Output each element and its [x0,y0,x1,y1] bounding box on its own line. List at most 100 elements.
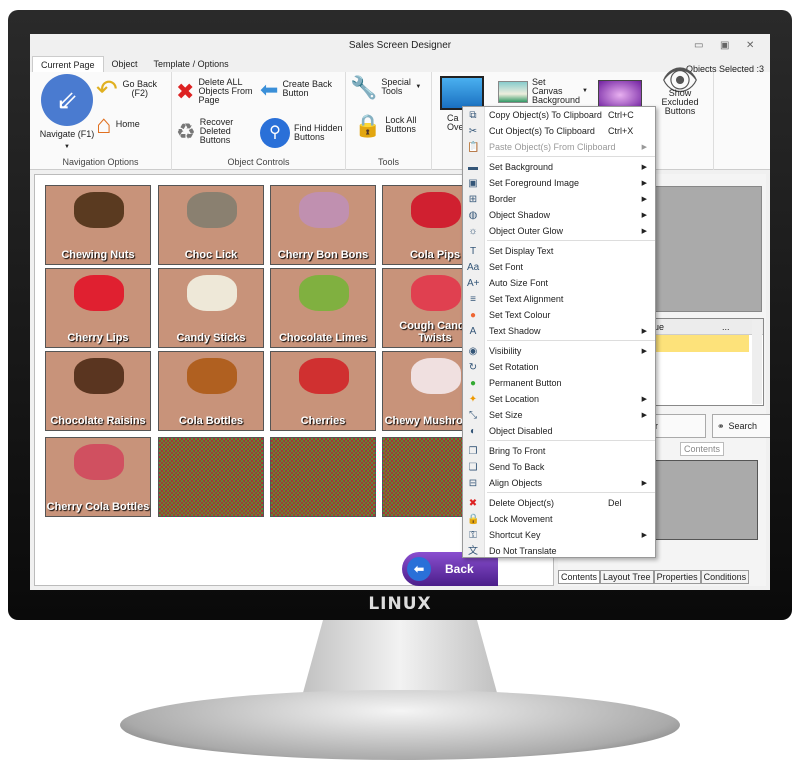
recover-button[interactable]: ♻ Recover Deleted Buttons [176,118,262,145]
wrench-icon: 🔧 [350,74,378,100]
close-button[interactable]: ✕ [746,40,754,51]
search-button[interactable]: ⚭ Search [712,414,770,438]
clear-button[interactable]: r [648,414,706,438]
contents-tab[interactable]: Contents [680,442,725,456]
menu-item-lock-movement[interactable]: 🔒 Lock Movement [463,511,655,527]
menu-item-set-rotation[interactable]: ↻ Set Rotation [463,359,655,375]
menu-item-permanent-button[interactable]: ● Permanent Button [463,375,655,391]
menu-item-label: Paste Object(s) From Clipboard [489,142,616,152]
copy-icon: ⧉ [469,109,477,121]
home-button[interactable]: ⌂ Home [96,111,140,137]
menu-item-shortcut-key[interactable]: ⚿ Shortcut Key ▶ [463,527,655,543]
minimize-button[interactable]: ▭ [694,40,703,51]
lock-all-button[interactable]: 🔒 Lock All Buttons [354,112,421,138]
tab-contents[interactable]: Contents [558,570,601,584]
menu-item-set-font[interactable]: Aa Set Font [463,259,655,275]
tab-template-options[interactable]: Template / Options [146,56,237,73]
padlock-icon: 🔒 [354,112,382,138]
product-tile[interactable]: Cherry Lips [45,268,151,348]
product-image [74,192,124,228]
menu-item-bring-to-front[interactable]: ❐ Bring To Front [463,443,655,459]
empty-tile[interactable] [270,437,376,517]
colour-icon: ● [469,309,477,321]
menu-item-object-shadow[interactable]: ◍ Object Shadow ▶ [463,207,655,223]
property-grid[interactable]: lue... [648,318,764,406]
menu-item-send-to-back[interactable]: ❏ Send To Back [463,459,655,475]
product-tile[interactable]: Cola Bottles [158,351,264,431]
product-image [411,192,461,228]
menu-item-auto-size-font[interactable]: A+ Auto Size Font [463,275,655,291]
back-arrow-icon: ⬅ [260,76,279,102]
menu-item-visibility[interactable]: ◉ Visibility ▶ [463,343,655,359]
menu-separator [487,240,655,241]
maximize-button[interactable]: ▣ [720,40,729,51]
auto-size-font-icon: A+ [467,277,480,289]
menu-item-align-objects[interactable]: ⊟ Align Objects ▶ [463,475,655,491]
create-back-button[interactable]: ⬅ Create Back Button [260,76,346,102]
tab-layout-tree[interactable]: Layout Tree [600,570,654,584]
font-icon: Aa [467,261,480,273]
tab-current-page[interactable]: Current Page [32,56,104,73]
tab-properties[interactable]: Properties [653,570,701,584]
menu-item-label: Visibility [489,346,522,356]
delete-all-button[interactable]: ✖ Delete ALL Objects From Page [176,78,262,105]
menu-item-delete-object-s[interactable]: ✖ Delete Object(s) Del [463,495,655,511]
product-image [411,275,461,311]
menu-item-set-size[interactable]: ⤡ Set Size ▶ [463,407,655,423]
menu-item-cut-object-s-to-clipboard[interactable]: ✂ Cut Object(s) To Clipboard Ctrl+X [463,123,655,139]
empty-tile[interactable] [158,437,264,517]
menu-item-do-not-translate[interactable]: 文 Do Not Translate [463,543,655,559]
permanent-icon: ● [469,377,477,389]
menu-separator [487,440,655,441]
submenu-arrow-icon: ▶ [641,228,647,235]
menu-item-border[interactable]: ⊞ Border ▶ [463,191,655,207]
tile-label: Chewing Nuts [61,249,135,261]
contents-list[interactable] [648,460,758,540]
menu-item-set-text-alignment[interactable]: ≡ Set Text Alignment [463,291,655,307]
menu-item-label: Set Display Text [489,246,554,256]
find-hidden-button[interactable]: ⚲ Find Hidden Buttons [260,118,346,148]
key-icon: ⚿ [469,529,477,541]
show-excluded-button[interactable]: 👁 Show Excluded Buttons [652,64,708,116]
product-tile[interactable]: Chewing Nuts [45,185,151,265]
menu-item-text-shadow[interactable]: A Text Shadow ▶ [463,323,655,339]
navigate-button[interactable]: ⇙ Navigate (F1) ▼ [36,74,98,152]
menu-item-label: Set Font [489,262,524,272]
menu-item-paste-object-s-from-clipboard[interactable]: 📋 Paste Object(s) From Clipboard ▶ [463,139,655,155]
menu-item-set-text-colour[interactable]: ● Set Text Colour [463,307,655,323]
shadow-icon: ◍ [468,209,478,221]
product-tile[interactable]: Choc Lick [158,185,264,265]
go-back-button[interactable]: ↶ Go Back (F2) [96,76,158,102]
tab-conditions[interactable]: Conditions [700,570,750,584]
menu-shortcut: Del [608,498,622,508]
monitor-stand [301,620,499,700]
menu-item-object-disabled[interactable]: ◐ Object Disabled [463,423,655,439]
eye-icon: 👁 [660,64,700,97]
menu-item-set-foreground-image[interactable]: ▣ Set Foreground Image ▶ [463,175,655,191]
menu-item-set-location[interactable]: ✦ Set Location ▶ [463,391,655,407]
product-tile[interactable]: Candy Sticks [158,268,264,348]
submenu-arrow-icon: ▶ [641,412,647,419]
send-back-icon: ❏ [468,461,478,473]
tile-label: Cola Pips [409,249,461,261]
product-tile[interactable]: Chocolate Limes [270,268,376,348]
submenu-arrow-icon: ▶ [641,532,647,539]
product-tile[interactable]: Cherry Cola Bottles [45,437,151,517]
menu-item-label: Object Shadow [489,210,551,220]
product-image [299,358,349,394]
text-icon: T [469,245,477,257]
submenu-arrow-icon: ▶ [641,348,647,355]
submenu-arrow-icon: ▶ [641,196,647,203]
tab-object[interactable]: Object [104,56,146,73]
menu-item-set-display-text[interactable]: T Set Display Text [463,243,655,259]
menu-item-set-background[interactable]: ▬ Set Background ▶ [463,159,655,175]
menu-item-copy-object-s-to-clipboard[interactable]: ⧉ Copy Object(s) To Clipboard Ctrl+C [463,107,655,123]
special-tools-button[interactable]: 🔧 Special Tools ▼ [350,74,421,100]
product-tile[interactable]: Cherries [270,351,376,431]
menu-item-object-outer-glow[interactable]: ☼ Object Outer Glow ▶ [463,223,655,239]
product-tile[interactable]: Cherry Bon Bons [270,185,376,265]
scrollbar[interactable] [752,320,762,404]
product-tile[interactable]: Chocolate Raisins [45,351,151,431]
set-canvas-background-button[interactable]: Set Canvas Background ▼ [498,78,588,105]
cut-icon: ✂ [468,125,478,137]
